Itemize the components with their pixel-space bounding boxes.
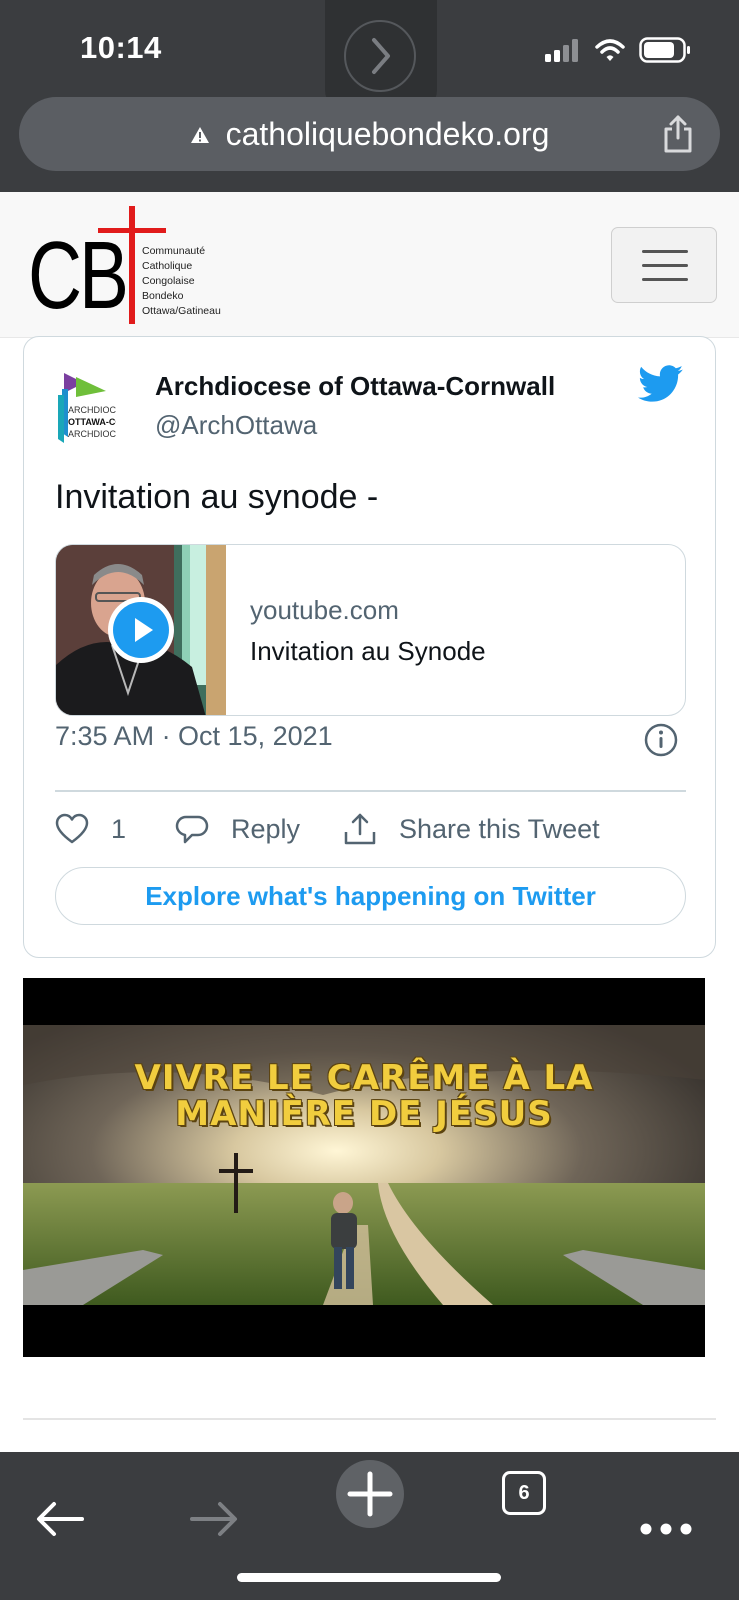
video-thumbnail[interactable]	[56, 545, 226, 715]
link-domain: youtube.com	[250, 595, 399, 625]
explore-twitter-button[interactable]: Explore what's happening on Twitter	[55, 867, 686, 925]
battery-icon	[639, 37, 690, 63]
video-title-line: VIVRE LE CARÊME À LA	[134, 1058, 594, 1098]
avatar-line: OTTAWA-CO	[68, 417, 116, 427]
browser-bottom-toolbar: 6	[0, 1452, 739, 1600]
link-title: Invitation au Synode	[250, 636, 486, 666]
author-avatar[interactable]: ARCHDIOC OTTAWA-CO ARCHDIOC	[54, 367, 122, 449]
status-icons	[545, 36, 691, 64]
site-header: CB Communauté Catholique Congolaise Bond…	[0, 192, 739, 338]
logo-line: Communauté	[142, 245, 206, 257]
tweet-text: Invitation au synode -	[55, 478, 379, 516]
info-icon[interactable]	[644, 723, 678, 757]
status-time: 10:14	[80, 30, 162, 65]
heart-icon	[55, 813, 89, 844]
browser-top-chrome: 10:14 catholiquebondeko.org	[0, 0, 739, 192]
menu-line	[642, 278, 688, 281]
like-count: 1	[111, 813, 127, 844]
play-icon	[113, 602, 169, 658]
new-tab-button[interactable]	[336, 1460, 404, 1528]
url-text: catholiquebondeko.org	[225, 115, 550, 152]
author-name[interactable]: Archdiocese of Ottawa-Cornwall	[155, 371, 555, 402]
logo-cross-horizontal	[98, 228, 166, 233]
address-bar[interactable]: catholiquebondeko.org	[19, 97, 720, 171]
plus-icon	[347, 1471, 393, 1517]
twitter-bird-icon[interactable]	[638, 365, 684, 403]
content-divider	[23, 1418, 716, 1420]
archdiocese-logo-icon: ARCHDIOC OTTAWA-CO ARCHDIOC	[58, 373, 122, 443]
url-content[interactable]: catholiquebondeko.org	[19, 97, 720, 171]
forward-circle[interactable]	[344, 20, 416, 92]
tabs-button[interactable]: 6	[502, 1471, 546, 1515]
logo-line: Bondeko	[142, 290, 184, 302]
signal-icon	[545, 39, 578, 62]
back-arrow-icon[interactable]	[34, 1474, 86, 1564]
logo-line: Congolaise	[142, 275, 195, 287]
link-preview-card[interactable]: youtube.com Invitation au Synode	[55, 544, 686, 716]
reply-action[interactable]: Reply	[175, 793, 300, 865]
embedded-video[interactable]: VIVRE LE CARÊME À LA MANIÈRE DE JÉSUS	[23, 978, 705, 1357]
avatar-line: ARCHDIOC	[68, 429, 116, 439]
video-title-line: MANIÈRE DE JÉSUS	[175, 1094, 553, 1134]
menu-line	[642, 264, 688, 267]
reply-label: Reply	[231, 813, 301, 844]
tweet-embed: ARCHDIOC OTTAWA-CO ARCHDIOC Archdiocese …	[23, 336, 716, 958]
share-icon[interactable]	[662, 114, 694, 154]
author-handle[interactable]: @ArchOttawa	[155, 410, 317, 441]
tweet-actions: 1 Reply Share this Tweet	[55, 793, 686, 865]
logo-cross-vertical	[129, 206, 135, 324]
logo-line: Ottawa/Gatineau	[142, 305, 221, 317]
avatar-line: ARCHDIOC	[68, 405, 116, 415]
hamburger-menu-button[interactable]	[611, 227, 717, 303]
share-tweet-label: Share this Tweet	[399, 813, 600, 844]
more-options-icon[interactable]	[638, 1484, 694, 1574]
home-indicator	[237, 1573, 501, 1582]
share-upload-icon	[344, 813, 376, 845]
forward-arrow-icon[interactable]	[188, 1474, 240, 1564]
menu-line	[642, 250, 688, 253]
warning-icon	[190, 127, 209, 143]
chevron-right-icon	[372, 38, 390, 74]
play-button[interactable]	[108, 597, 174, 663]
tweet-timestamp[interactable]: 7:35 AM · Oct 15, 2021	[55, 721, 333, 752]
logo-letters: CB	[28, 222, 129, 329]
reply-bubble-icon	[175, 815, 209, 844]
tweet-divider	[55, 790, 686, 792]
logo-text: Communauté Catholique Congolaise Bondeko…	[142, 244, 221, 319]
dynamic-island	[325, 0, 437, 112]
like-action[interactable]: 1	[55, 793, 126, 865]
logo-line: Catholique	[142, 260, 193, 272]
wifi-icon	[595, 39, 625, 61]
share-tweet-action[interactable]: Share this Tweet	[343, 793, 600, 865]
